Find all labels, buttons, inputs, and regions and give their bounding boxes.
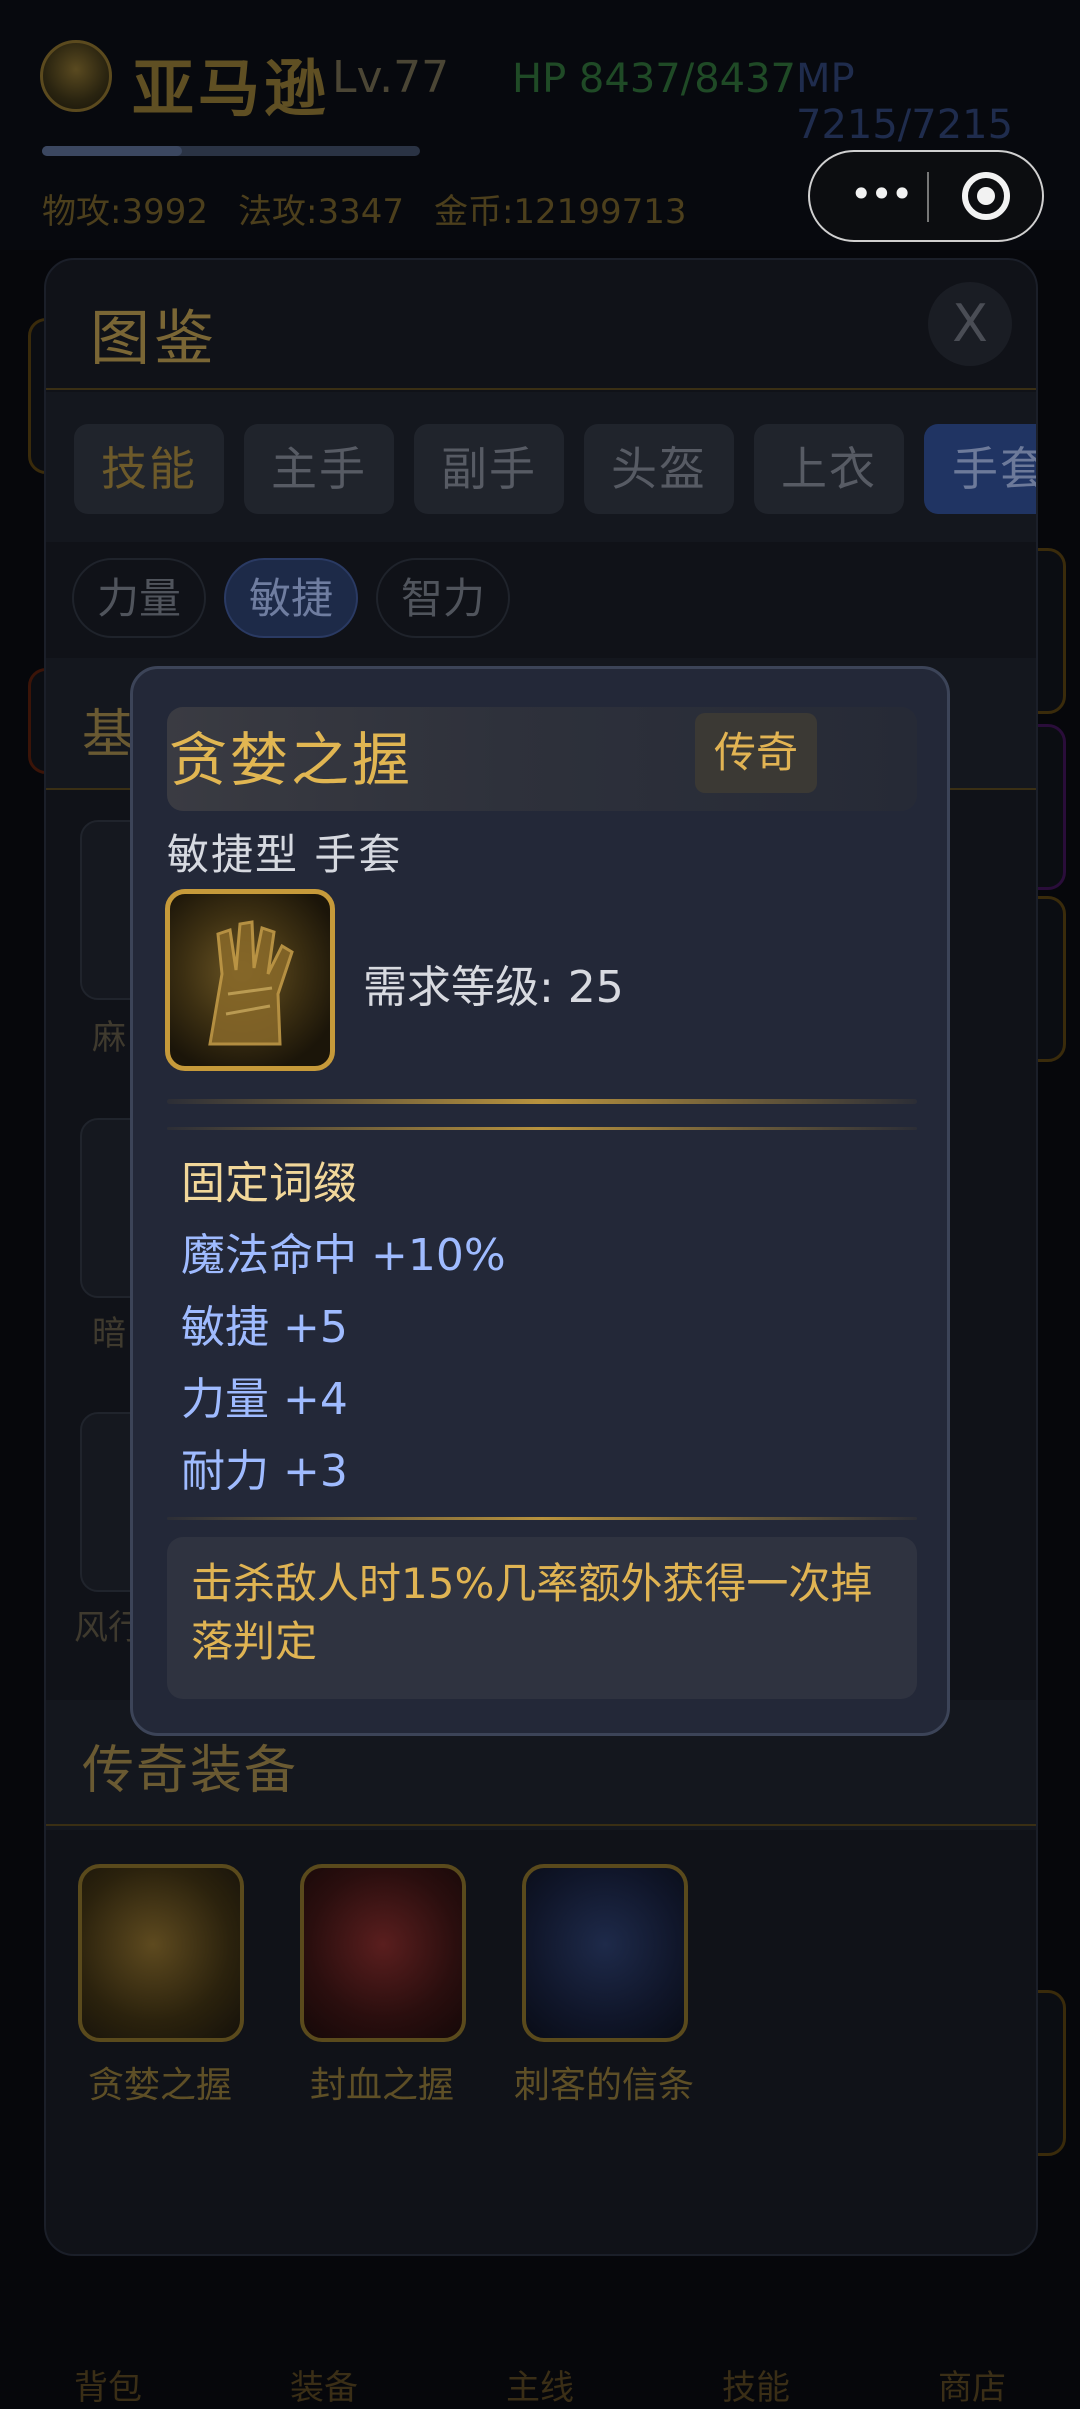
fixed-affix-header: 固定词缀 [181, 1158, 357, 1209]
gold-divider [167, 1517, 917, 1520]
dialog-title: 图鉴 [90, 304, 218, 374]
nav-bag[interactable]: 背包 [28, 2360, 188, 2409]
player-avatar[interactable] [40, 40, 112, 112]
xp-bar [42, 146, 420, 156]
tab-off-hand[interactable]: 副手 [414, 424, 564, 514]
item-tooltip: 贪婪之握 传奇 敏捷型 手套 需求等级: 25 固定词缀 魔法命中 +10% 敏… [130, 666, 950, 1736]
basic-section-title: 基 [82, 705, 137, 765]
legend-section-title: 传奇装备 [82, 1741, 299, 1801]
tab-gloves[interactable]: 手套 [924, 424, 1036, 514]
basic-item-label: 麻 [92, 1018, 126, 1058]
legend-item-label: 刺客的信条 [513, 2065, 694, 2106]
affix-line: 力量 +4 [181, 1374, 348, 1425]
xp-bar-fill [42, 146, 182, 156]
tab-main-hand[interactable]: 主手 [244, 424, 394, 514]
section-divider [46, 1824, 1036, 1826]
title-divider [46, 388, 1036, 390]
more-menu-icon[interactable]: ••• [850, 174, 913, 218]
legend-item-label: 贪婪之握 [87, 2065, 232, 2106]
gold-divider [167, 1099, 917, 1104]
nav-equipment[interactable]: 装备 [244, 2360, 404, 2409]
blood-gauntlet-icon[interactable] [300, 1864, 466, 2042]
tab-top[interactable]: 上衣 [754, 424, 904, 514]
item-type: 敏捷型 手套 [167, 830, 403, 879]
miniprogram-capsule: ••• [808, 150, 1044, 242]
affix-line: 耐力 +3 [181, 1446, 348, 1497]
basic-item-label: 暗 [92, 1314, 126, 1354]
tab-helmet[interactable]: 头盔 [584, 424, 734, 514]
close-button[interactable]: X [928, 282, 1012, 366]
item-name: 贪婪之握 [169, 726, 414, 794]
special-effect-text: 击杀敌人时15%几率额外获得一次掉落判定 [191, 1559, 873, 1666]
affix-line: 敏捷 +5 [181, 1302, 348, 1353]
required-level: 需求等级: 25 [363, 962, 624, 1013]
gold-amount: 金币:12199713 [433, 192, 687, 232]
rarity-badge: 传奇 [695, 713, 817, 793]
tab-skills[interactable]: 技能 [74, 424, 224, 514]
affix-line: 魔法命中 +10% [181, 1230, 506, 1281]
golden-gauntlet-icon[interactable] [78, 1864, 244, 2042]
golden-gauntlet-icon [165, 889, 335, 1071]
player-name: 亚马逊 [132, 52, 331, 125]
gauntlet-art [208, 920, 294, 1046]
physical-attack: 物攻:3992 [42, 192, 208, 232]
filter-agility[interactable]: 敏捷 [224, 558, 358, 638]
nav-shop[interactable]: 商店 [892, 2360, 1052, 2409]
player-level: Lv.77 [332, 52, 450, 103]
close-miniprogram-icon[interactable] [962, 172, 1010, 220]
filter-strength[interactable]: 力量 [72, 558, 206, 638]
player-stats: 物攻:3992 法攻:3347 金币:12199713 [42, 184, 716, 233]
nav-skills[interactable]: 技能 [676, 2360, 836, 2409]
filter-intelligence[interactable]: 智力 [376, 558, 510, 638]
gold-divider [167, 1127, 917, 1130]
legend-item-label: 封血之握 [309, 2065, 454, 2106]
capsule-divider [927, 172, 929, 222]
assassin-blade-icon[interactable] [522, 1864, 688, 2042]
magic-attack: 法攻:3347 [237, 192, 404, 232]
player-hp: HP 8437/8437 [512, 56, 796, 102]
player-mp: MP 7215/7215 [796, 56, 1014, 148]
nav-main-quest[interactable]: 主线 [460, 2360, 620, 2409]
